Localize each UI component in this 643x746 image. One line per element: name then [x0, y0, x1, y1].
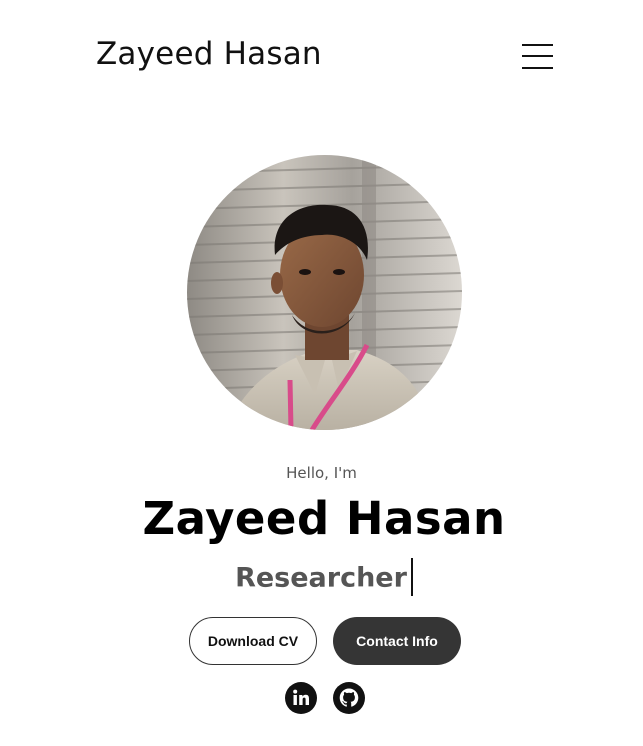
contact-info-button[interactable]: Contact Info — [333, 617, 461, 665]
menu-line — [522, 55, 553, 57]
typing-cursor — [410, 558, 413, 596]
github-icon[interactable] — [333, 682, 365, 714]
linkedin-icon[interactable] — [285, 682, 317, 714]
profile-photo — [187, 155, 462, 430]
menu-line — [522, 67, 553, 69]
hamburger-menu-icon[interactable] — [522, 44, 553, 69]
download-cv-button[interactable]: Download CV — [189, 617, 317, 665]
greeting-text: Hello, I'm — [286, 464, 357, 482]
portfolio-page: Zayeed Hasan Hello, I'm Zayeed Hasan Res… — [0, 0, 643, 746]
site-logo[interactable]: Zayeed Hasan — [96, 36, 322, 72]
role-line: Researcher — [0, 558, 643, 598]
hero-name: Zayeed Hasan — [142, 492, 506, 545]
role-text: Researcher — [235, 562, 407, 594]
menu-line — [522, 44, 553, 46]
